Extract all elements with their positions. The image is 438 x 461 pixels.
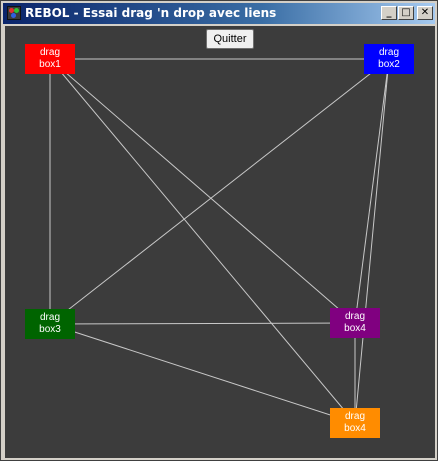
drag-box-label-line1: drag <box>378 47 399 58</box>
link-line <box>49 322 356 325</box>
link-line <box>49 58 356 424</box>
app-window: REBOL - Essai drag 'n drop avec liens _ … <box>0 0 438 461</box>
drag-box-label-line1: drag <box>344 411 365 422</box>
link-line <box>49 58 390 325</box>
window-title: REBOL - Essai drag 'n drop avec liens <box>25 6 277 20</box>
link-line <box>354 58 390 324</box>
quit-button[interactable]: Quitter <box>206 29 254 49</box>
drag-box-label-line2: box4 <box>344 323 366 334</box>
link-line <box>49 58 356 324</box>
minimize-button[interactable]: _ <box>381 6 397 20</box>
drag-box-1[interactable]: drag box1 <box>25 44 75 74</box>
drag-box-2[interactable]: drag box2 <box>364 44 414 74</box>
title-bar[interactable]: REBOL - Essai drag 'n drop avec liens _ … <box>3 3 435 24</box>
maximize-icon: □ <box>401 7 411 18</box>
maximize-button[interactable]: □ <box>398 6 414 20</box>
drag-box-label-line2: box1 <box>39 59 61 70</box>
drag-box-label-line2: box4 <box>344 423 366 434</box>
link-lines <box>49 58 390 424</box>
drag-box-4-orange[interactable]: drag box4 <box>330 408 380 438</box>
link-line <box>354 58 390 424</box>
drag-box-4-purple[interactable]: drag box4 <box>330 308 380 338</box>
drag-box-3[interactable]: drag box3 <box>25 309 75 339</box>
drag-box-label-line1: drag <box>39 312 60 323</box>
drag-box-label-line1: drag <box>39 47 60 58</box>
link-line <box>49 323 356 424</box>
drag-box-label-line2: box3 <box>39 324 61 335</box>
drag-box-label-line2: box2 <box>378 59 400 70</box>
drag-canvas: Quitter drag box1 drag box2 drag box3 dr… <box>5 26 435 458</box>
close-button[interactable]: ✕ <box>417 6 433 20</box>
rebol-app-icon[interactable] <box>7 6 21 20</box>
minimize-icon: _ <box>386 7 392 18</box>
drag-box-label-line1: drag <box>344 311 365 322</box>
close-icon: ✕ <box>420 7 430 18</box>
